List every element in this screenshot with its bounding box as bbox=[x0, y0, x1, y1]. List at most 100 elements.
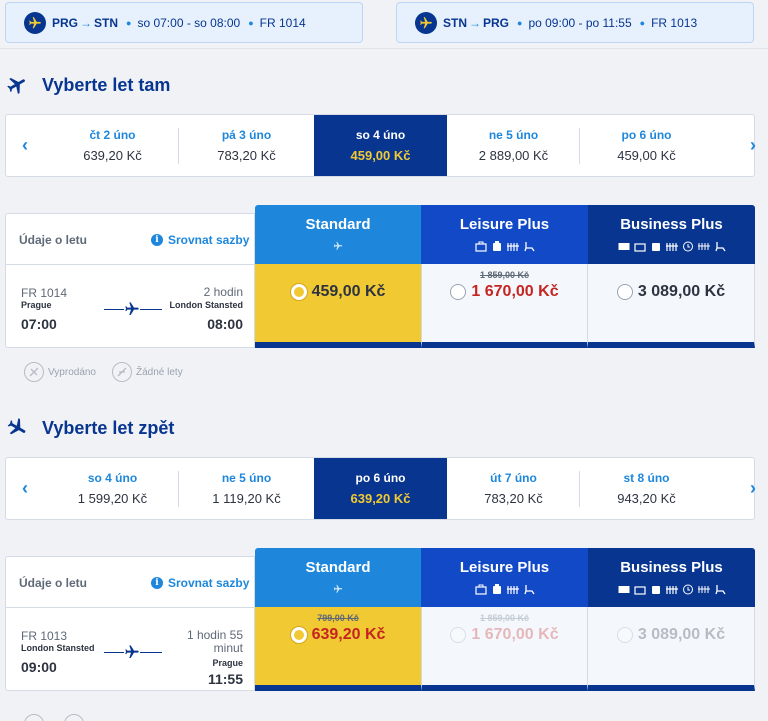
summary-origin: STN bbox=[443, 15, 467, 30]
chevron-right-icon[interactable]: › bbox=[734, 458, 768, 519]
arrival-city: Prague bbox=[212, 658, 243, 668]
fare-option-business-plus[interactable]: 3 089,00 Kč bbox=[588, 264, 755, 348]
outbound-section-title: Vyberte let tam bbox=[6, 74, 170, 96]
chevron-left-icon[interactable]: ‹ bbox=[6, 458, 44, 519]
date-price: 459,00 Kč bbox=[617, 148, 676, 163]
date-option-selected[interactable]: po 6 úno 639,20 Kč bbox=[314, 458, 447, 519]
fast-track-icon bbox=[697, 243, 710, 250]
clock-icon bbox=[682, 241, 693, 252]
date-option-selected[interactable]: so 4 úno 459,00 Kč bbox=[314, 115, 447, 176]
departure-time: 07:00 bbox=[21, 316, 57, 332]
summary-origin: PRG bbox=[52, 15, 79, 30]
summary-destination: PRG bbox=[483, 15, 510, 30]
fare-header-standard[interactable]: Standard bbox=[255, 205, 421, 264]
clock-icon bbox=[682, 584, 693, 595]
date-price: 1 599,20 Kč bbox=[77, 491, 148, 506]
compare-fares-label: Srovnat sazby bbox=[168, 233, 250, 247]
bag-icon bbox=[633, 243, 646, 252]
sold-out-icon bbox=[24, 714, 44, 721]
fare-feature-icons bbox=[474, 241, 535, 252]
fare-option-leisure-plus[interactable]: 1 859,00 Kč 1 670,00 Kč bbox=[421, 607, 588, 691]
inbound-fare-panel: Údaje o letu i Srovnat sazby Standard Le… bbox=[5, 548, 755, 696]
radio-button[interactable] bbox=[616, 284, 633, 300]
fare-option-leisure-plus[interactable]: 1 859,00 Kč 1 670,00 Kč bbox=[421, 264, 588, 348]
flight-details-label: Údaje o letu bbox=[19, 233, 88, 247]
radio-button[interactable] bbox=[450, 627, 467, 643]
date-option[interactable]: čt 2 úno 639,20 Kč bbox=[46, 115, 179, 176]
bag-icon bbox=[474, 241, 487, 252]
priority-icon bbox=[506, 586, 519, 594]
luggage-icon bbox=[651, 243, 660, 251]
compare-fares-link[interactable]: i Srovnat sazby bbox=[151, 233, 249, 247]
fare-option-standard[interactable]: 459,00 Kč bbox=[255, 264, 421, 348]
fare-header-leisure-plus[interactable]: Leisure Plus bbox=[421, 205, 588, 264]
fare-header-leisure-plus[interactable]: Leisure Plus bbox=[421, 548, 588, 607]
fare-feature-icons bbox=[474, 584, 535, 595]
dot-separator: ● bbox=[248, 17, 254, 28]
legend-no-flights bbox=[64, 714, 88, 721]
fare-header-business-plus[interactable]: Business Plus bbox=[588, 205, 755, 264]
flight-details-label: Údaje o letu bbox=[19, 576, 88, 590]
seat-icon bbox=[714, 242, 726, 252]
fare-header-business-plus[interactable]: Business Plus bbox=[588, 548, 755, 607]
radio-button-selected[interactable] bbox=[290, 284, 307, 300]
fare-feature-icons bbox=[618, 584, 726, 595]
date-option[interactable]: st 8 úno 943,20 Kč bbox=[580, 458, 713, 519]
original-price: 1 859,00 Kč bbox=[479, 270, 530, 280]
date-price: 943,20 Kč bbox=[617, 491, 676, 506]
radio-button[interactable] bbox=[616, 627, 633, 643]
arrow-right-icon: → bbox=[80, 15, 93, 30]
date-price: 2 889,00 Kč bbox=[478, 148, 549, 163]
seat-icon bbox=[523, 242, 535, 252]
ticket-icon bbox=[618, 243, 629, 250]
fare-name: Leisure Plus bbox=[459, 559, 550, 576]
date-label: út 7 úno bbox=[490, 471, 537, 485]
fare-option-standard[interactable]: 799,00 Kč 639,20 Kč bbox=[255, 607, 421, 691]
plane-icon bbox=[333, 241, 343, 251]
date-option[interactable]: po 6 úno 459,00 Kč bbox=[580, 115, 713, 176]
legend-no-flights: Žádné lety bbox=[112, 362, 183, 382]
radio-button-selected[interactable] bbox=[290, 627, 307, 643]
fare-option-business-plus[interactable]: 3 089,00 Kč bbox=[588, 607, 755, 691]
date-label: so 4 úno bbox=[87, 471, 138, 485]
inbound-summary-pill[interactable]: STN → PRG ● po 09:00 - po 11:55 ● FR 101… bbox=[396, 2, 754, 43]
date-option[interactable]: ne 5 úno 1 119,20 Kč bbox=[180, 458, 313, 519]
plane-icon bbox=[6, 74, 28, 96]
fast-track-icon bbox=[697, 586, 710, 593]
date-option[interactable]: pá 3 úno 783,20 Kč bbox=[180, 115, 313, 176]
fare-price-row: 3 089,00 Kč bbox=[616, 626, 725, 644]
no-flights-icon bbox=[112, 362, 132, 382]
chevron-right-icon[interactable]: › bbox=[734, 115, 768, 176]
fare-price: 639,20 Kč bbox=[311, 626, 386, 643]
summary-time: so 07:00 - so 08:00 bbox=[137, 15, 241, 30]
summary-flight-number: FR 1013 bbox=[651, 15, 698, 30]
date-label: ne 5 úno bbox=[488, 128, 539, 142]
date-price: 639,20 Kč bbox=[83, 148, 142, 163]
fare-name: Standard bbox=[305, 559, 371, 576]
inbound-date-carousel: ‹ so 4 úno 1 599,20 Kč ne 5 úno 1 119,20… bbox=[5, 457, 756, 520]
fare-price-row: 1 670,00 Kč bbox=[450, 626, 559, 644]
radio-button[interactable] bbox=[450, 284, 467, 300]
priority-icon bbox=[665, 243, 678, 251]
arrival-city: London Stansted bbox=[169, 300, 244, 310]
sold-out-icon bbox=[24, 362, 44, 382]
date-option[interactable]: so 4 úno 1 599,20 Kč bbox=[46, 458, 179, 519]
date-option[interactable]: út 7 úno 783,20 Kč bbox=[447, 458, 580, 519]
dot-separator: ● bbox=[517, 17, 523, 28]
priority-icon bbox=[506, 243, 519, 251]
fare-header-standard[interactable]: Standard bbox=[255, 548, 421, 607]
arrival-time: 11:55 bbox=[207, 671, 243, 687]
departure-city: Prague bbox=[21, 300, 52, 310]
original-price: 1 859,00 Kč bbox=[479, 613, 530, 623]
info-icon: i bbox=[151, 577, 163, 589]
chevron-left-icon[interactable]: ‹ bbox=[6, 115, 44, 176]
outbound-summary-pill[interactable]: PRG → STN ● so 07:00 - so 08:00 ● FR 101… bbox=[5, 2, 363, 43]
date-option[interactable]: ne 5 úno 2 889,00 Kč bbox=[447, 115, 580, 176]
bag-icon bbox=[474, 584, 487, 595]
fare-table-header: Údaje o letu i Srovnat sazby bbox=[5, 556, 255, 607]
flight-duration: 2 hodin bbox=[203, 285, 243, 299]
flight-number: FR 1014 bbox=[21, 286, 68, 300]
compare-fares-link[interactable]: i Srovnat sazby bbox=[151, 576, 249, 590]
plane-icon bbox=[415, 11, 437, 34]
fare-name: Leisure Plus bbox=[459, 216, 550, 233]
